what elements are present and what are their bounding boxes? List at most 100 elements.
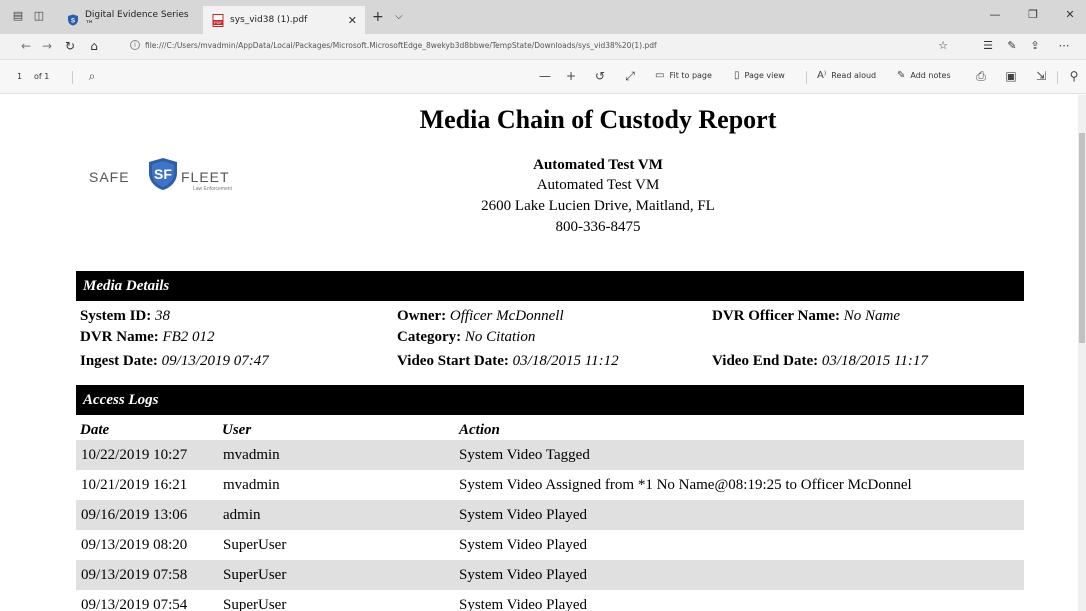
dvr-officer-field: DVR Officer Name: No Name — [712, 308, 901, 324]
expand-icon[interactable]: ⤢ — [622, 69, 638, 83]
logo-subtitle: Law Enforcement — [193, 186, 232, 192]
page-number-input[interactable]: 1 — [17, 72, 22, 81]
table-row: 09/16/2019 13:06 admin System Video Play… — [76, 500, 1024, 530]
media-details-heading: Media Details — [76, 271, 1024, 301]
divider — [806, 71, 807, 84]
log-user: admin — [223, 507, 261, 523]
more-icon[interactable]: ⋯ — [1056, 39, 1072, 52]
pen-icon[interactable]: ✎ — [1004, 39, 1020, 52]
org-line2: Automated Test VM — [536, 177, 660, 193]
log-action: System Video Played — [459, 567, 587, 583]
log-action: System Video Played — [459, 597, 587, 611]
video-end-field: Video End Date: 03/18/2015 11:17 — [712, 353, 928, 369]
refresh-icon[interactable]: ↻ — [62, 39, 78, 53]
log-date: 09/13/2019 07:58 — [81, 567, 188, 583]
logo-safe-text: SAFE — [89, 169, 130, 185]
table-row: 09/13/2019 07:58 SuperUser System Video … — [76, 560, 1024, 590]
vertical-scrollbar[interactable] — [1078, 95, 1086, 611]
page-view-icon: ▯ — [734, 70, 740, 81]
title-bar: ▤ ◫ S Digital Evidence Series ™ PDF sys_… — [0, 0, 1086, 34]
add-notes-button[interactable]: ✎ Add notes — [897, 70, 951, 81]
zoom-out-icon[interactable]: — — [537, 69, 553, 83]
org-address: 2600 Lake Lucien Drive, Maitland, FL — [481, 198, 715, 214]
report-title: Media Chain of Custody Report — [419, 105, 777, 134]
set-tabs-aside-icon[interactable]: ◫ — [32, 9, 46, 23]
save-as-icon[interactable]: ⇲ — [1033, 69, 1049, 83]
tab-title: Digital Evidence Series ™ — [85, 10, 189, 30]
tab-pdf[interactable]: PDF sys_vid38 (1).pdf ✕ — [203, 6, 365, 34]
shield-logo-icon: SF — [149, 158, 177, 190]
log-date: 09/16/2019 13:06 — [81, 507, 188, 523]
log-action: System Video Tagged — [459, 447, 590, 463]
log-user: SuperUser — [223, 537, 287, 553]
table-row: 10/21/2019 16:21 mvadmin System Video As… — [76, 470, 1024, 500]
rotate-icon[interactable]: ↺ — [592, 69, 608, 83]
read-aloud-label: Read aloud — [831, 71, 877, 80]
info-icon[interactable]: i — [130, 40, 140, 50]
new-tab-button[interactable]: + — [372, 10, 384, 24]
print-icon[interactable]: ⎙ — [973, 69, 989, 83]
logo-fleet-text: FLEET — [181, 169, 230, 185]
back-arrow-icon[interactable]: ← — [18, 39, 34, 53]
address-bar: ← → ↻ ⌂ i file:///C:/Users/mvadmin/AppDa… — [0, 34, 1086, 60]
pin-icon[interactable]: ⚲ — [1066, 69, 1082, 83]
table-row: 10/22/2019 10:27 mvadmin System Video Ta… — [76, 440, 1024, 470]
page-view-button[interactable]: ▯ Page view — [734, 70, 785, 81]
log-user: mvadmin — [223, 477, 280, 493]
org-phone: 800-336-8475 — [555, 219, 641, 235]
dvr-name-field: DVR Name: FB2 012 — [80, 329, 215, 345]
pdf-toolbar: 1 of 1 ⌕ — + ↺ ⤢ ▭ Fit to page ▯ Page vi… — [0, 60, 1086, 94]
log-date: 10/22/2019 10:27 — [81, 447, 188, 463]
safe-fleet-logo: SAFE SF FLEET Law Enforcement — [89, 153, 249, 193]
shield-favicon-icon: S — [66, 14, 79, 27]
favorites-list-icon[interactable]: ☰ — [980, 39, 996, 52]
forward-arrow-icon[interactable]: → — [39, 39, 55, 53]
fit-page-icon: ▭ — [655, 70, 665, 81]
access-logs-heading: Access Logs — [76, 385, 1024, 415]
pdf-favicon-icon: PDF — [211, 13, 224, 27]
url-field[interactable]: file:///C:/Users/mvadmin/AppData/Local/P… — [145, 41, 657, 50]
log-user: mvadmin — [223, 447, 280, 463]
chevron-down-icon[interactable]: ⌵ — [395, 11, 403, 22]
svg-text:SF: SF — [154, 166, 172, 182]
home-icon[interactable]: ⌂ — [86, 39, 102, 53]
fit-to-page-label: Fit to page — [669, 71, 712, 80]
system-id-field: System ID: 38 — [80, 308, 170, 324]
owner-field: Owner: Officer McDonnell — [397, 308, 564, 324]
fit-to-page-button[interactable]: ▭ Fit to page — [655, 70, 712, 81]
category-field: Category: No Citation — [397, 329, 536, 345]
page-total: of 1 — [34, 72, 50, 81]
minimize-icon[interactable]: — — [987, 8, 1003, 21]
close-window-icon[interactable]: ✕ — [1062, 8, 1078, 21]
scrollbar-thumb[interactable] — [1079, 133, 1085, 343]
share-icon[interactable]: ⇪ — [1027, 39, 1043, 52]
org-name: Automated Test VM — [533, 157, 663, 173]
read-aloud-icon: A⁾ — [817, 70, 827, 81]
save-icon[interactable]: ▣ — [1003, 69, 1019, 83]
log-action: System Video Played — [459, 537, 587, 553]
column-header-date: Date — [80, 422, 110, 438]
read-aloud-button[interactable]: A⁾ Read aloud — [817, 70, 876, 81]
divider — [1057, 71, 1058, 84]
log-action: System Video Played — [459, 507, 587, 523]
zoom-in-icon[interactable]: + — [563, 69, 579, 83]
table-row: 09/13/2019 08:20 SuperUser System Video … — [76, 530, 1024, 560]
svg-text:S: S — [70, 19, 74, 25]
restore-icon[interactable]: ❐ — [1025, 8, 1041, 21]
search-icon[interactable]: ⌕ — [84, 69, 100, 83]
favorite-star-icon[interactable]: ☆ — [935, 39, 951, 52]
log-action: System Video Assigned from *1 No Name@08… — [459, 477, 912, 493]
table-row: 09/13/2019 07:54 SuperUser System Video … — [76, 590, 1024, 611]
tab-actions-icon[interactable]: ▤ — [11, 9, 25, 23]
log-date: 09/13/2019 07:54 — [81, 597, 188, 611]
log-date: 10/21/2019 16:21 — [81, 477, 188, 493]
log-user: SuperUser — [223, 597, 287, 611]
close-tab-icon[interactable]: ✕ — [348, 14, 357, 27]
add-notes-label: Add notes — [910, 71, 951, 80]
divider — [72, 71, 73, 84]
column-header-user: User — [222, 422, 252, 438]
column-header-action: Action — [459, 422, 500, 438]
ingest-date-field: Ingest Date: 09/13/2019 07:47 — [80, 353, 269, 369]
log-user: SuperUser — [223, 567, 287, 583]
tab-digital-evidence[interactable]: S Digital Evidence Series ™ — [58, 6, 198, 34]
